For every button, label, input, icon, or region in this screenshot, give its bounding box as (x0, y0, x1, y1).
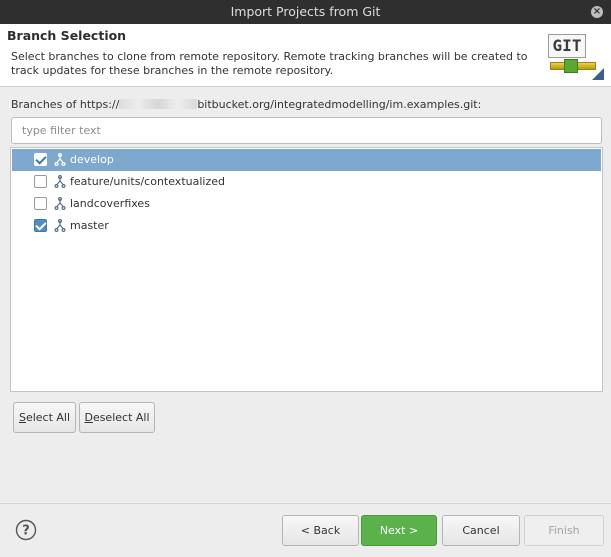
select-all-button[interactable]: Select All (13, 402, 76, 433)
branch-icon (54, 153, 66, 167)
branch-list[interactable]: develop feature/units/contextualized lan… (10, 147, 603, 392)
branch-row-landcoverfixes[interactable]: landcoverfixes (12, 193, 601, 215)
page-description: Select branches to clone from remote rep… (11, 50, 528, 77)
close-icon[interactable]: × (591, 6, 603, 18)
deselect-all-button[interactable]: Deselect All (79, 402, 155, 433)
filter-input[interactable] (11, 117, 602, 144)
branches-label-suffix: bitbucket.org/integratedmodelling/im.exa… (197, 98, 482, 111)
branch-row-feature-units-contextualized[interactable]: feature/units/contextualized (12, 171, 601, 193)
branch-checkbox-feature-units-contextualized[interactable] (34, 175, 47, 188)
branch-row-develop[interactable]: develop (12, 149, 601, 171)
branch-label: master (70, 219, 109, 232)
deselect-all-mnemonic: D (84, 411, 93, 424)
page-title: Branch Selection (7, 28, 127, 43)
branch-row-master[interactable]: master (12, 215, 601, 237)
next-button[interactable]: Next > (361, 515, 437, 546)
branch-checkbox-master[interactable] (34, 219, 47, 232)
branch-checkbox-develop[interactable] (34, 153, 47, 166)
help-icon[interactable]: ? (15, 519, 37, 541)
back-button[interactable]: < Back (282, 515, 359, 546)
deselect-all-label: eselect All (92, 411, 150, 424)
finish-button[interactable]: Finish (524, 515, 604, 546)
git-logo-icon: GIT (546, 32, 604, 82)
select-all-mnemonic: S (18, 411, 26, 424)
branch-checkbox-landcoverfixes[interactable] (34, 197, 47, 210)
footer-divider (0, 503, 611, 504)
branch-icon (54, 197, 66, 211)
svg-text:?: ? (22, 524, 30, 539)
cancel-button[interactable]: Cancel (442, 515, 520, 546)
window-titlebar: Import Projects from Git × (0, 0, 611, 24)
branch-label: feature/units/contextualized (70, 175, 225, 188)
wizard-banner: Branch Selection Select branches to clon… (0, 24, 611, 87)
redacted-host (119, 99, 198, 109)
branches-label: Branches of https:// bitbucket.org/integr… (11, 98, 481, 111)
select-all-label: elect All (25, 411, 71, 424)
window-title: Import Projects from Git (230, 4, 381, 19)
branches-label-prefix: Branches of https:// (11, 98, 120, 111)
git-logo-text: GIT (548, 34, 586, 58)
branch-label: develop (70, 153, 114, 166)
branch-label: landcoverfixes (70, 197, 150, 210)
branch-icon (54, 219, 66, 233)
branch-icon (54, 175, 66, 189)
